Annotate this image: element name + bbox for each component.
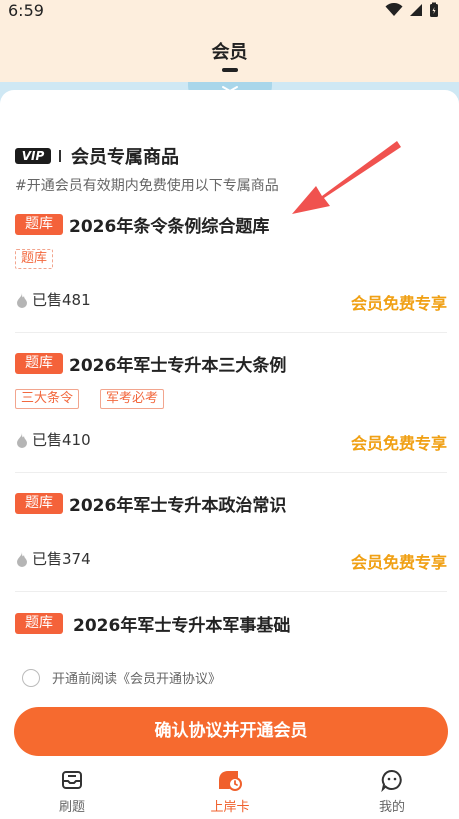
sold-count: 已售410: [15, 429, 91, 450]
item-title[interactable]: 2026年军士专升本军事基础: [73, 611, 290, 636]
sold-text: 已售481: [32, 291, 91, 309]
item-tag: 军考必考: [100, 389, 165, 409]
vip-badge: VIP: [15, 148, 51, 164]
bottom-tab-bar: 刷题 上岸卡 我的: [0, 762, 459, 819]
flame-icon: [17, 551, 27, 567]
chat-bubble-icon: [381, 769, 402, 792]
flame-icon: [17, 432, 27, 448]
tab-mine[interactable]: 我的: [352, 768, 432, 815]
member-free-label: 会员免费专享: [350, 294, 447, 313]
agreement-text[interactable]: 开通前阅读《会员开通协议》: [52, 668, 221, 687]
page-title: 会员: [211, 42, 248, 63]
item-tag: 三大条令: [15, 389, 80, 409]
item-title[interactable]: 2026年军士专升本三大条例: [69, 351, 286, 376]
wifi-icon: [385, 3, 403, 16]
item-tag: 题库: [15, 249, 54, 269]
category-badge: 题库: [15, 613, 63, 634]
item-title[interactable]: 2026年军士专升本政治常识: [69, 491, 286, 516]
status-time: 6:59: [8, 1, 44, 20]
category-badge: 题库: [15, 214, 63, 235]
divider: [59, 150, 61, 162]
status-bar: 6:59: [0, 0, 459, 24]
signal-icon: [410, 4, 422, 16]
item-divider: [15, 332, 447, 333]
inbox-icon: [62, 771, 82, 789]
tab-label: 我的: [378, 800, 405, 815]
section-header: VIP 会员专属商品: [15, 143, 179, 169]
page-header: 会员: [0, 24, 459, 86]
item-divider: [15, 591, 447, 592]
tab-label: 上岸卡: [210, 800, 250, 815]
section-subtitle: #开通会员有效期内免费使用以下专属商品: [15, 178, 279, 194]
sold-text: 已售410: [32, 431, 91, 449]
confirm-open-membership-button[interactable]: 确认协议并开通会员: [14, 707, 448, 756]
tab-indicator: [222, 68, 238, 72]
item-title[interactable]: 2026年条令条例综合题库: [69, 212, 269, 237]
flame-icon: [17, 292, 27, 308]
tab-label: 刷题: [58, 800, 85, 815]
sold-text: 已售374: [32, 550, 91, 568]
agreement-row[interactable]: 开通前阅读《会员开通协议》: [22, 668, 221, 687]
status-icons: [385, 2, 439, 18]
member-free-label: 会员免费专享: [350, 434, 447, 453]
member-free-label: 会员免费专享: [350, 553, 447, 572]
tab-landing-card[interactable]: 上岸卡: [190, 768, 270, 815]
battery-icon: [430, 2, 438, 17]
item-divider: [15, 472, 447, 473]
category-badge: 题库: [15, 353, 63, 374]
sold-count: 已售481: [15, 289, 91, 310]
category-badge: 题库: [15, 493, 63, 514]
agreement-checkbox[interactable]: [22, 668, 40, 687]
tab-practice[interactable]: 刷题: [32, 768, 112, 815]
card-clock-icon: [219, 771, 242, 791]
section-title: 会员专属商品: [71, 147, 179, 168]
sold-count: 已售374: [15, 548, 91, 569]
